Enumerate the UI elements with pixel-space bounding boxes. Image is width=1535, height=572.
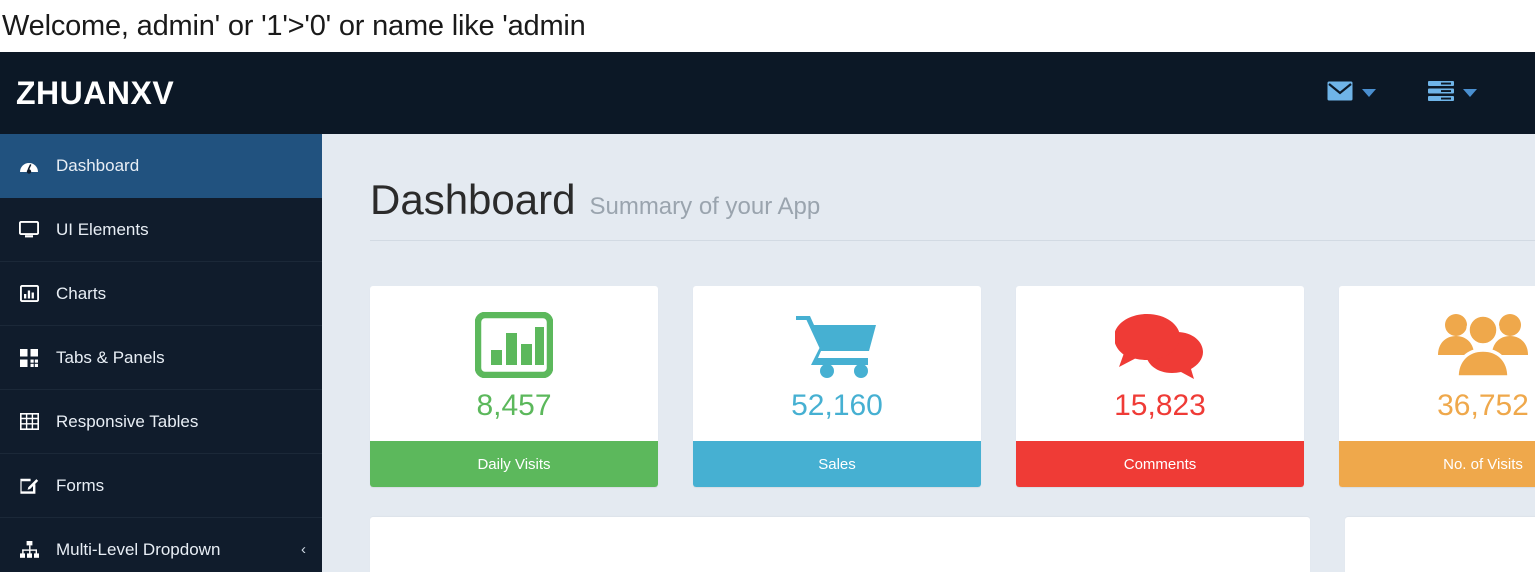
sidebar-item-ui-elements[interactable]: UI Elements: [0, 198, 322, 262]
th-large-icon: [14, 348, 44, 367]
chevron-down-icon: [1463, 89, 1477, 97]
main-content: Dashboard Summary of your App 8,457 Dail…: [322, 134, 1535, 572]
comments-icon: [1115, 305, 1205, 385]
bar-chart-icon: [14, 285, 44, 302]
edit-icon: [14, 477, 44, 495]
page-subtitle: Summary of your App: [589, 193, 821, 220]
sidebar-item-label: Multi-Level Dropdown: [56, 539, 221, 559]
sidebar-item-dashboard[interactable]: Dashboard: [0, 134, 322, 198]
stat-card-sales[interactable]: 52,160 Sales: [693, 286, 981, 487]
stat-card-body: 52,160: [693, 286, 981, 441]
sidebar-item-forms[interactable]: Forms: [0, 454, 322, 518]
sidebar-item-label: Charts: [56, 283, 107, 303]
sidebar-item-label: Tabs & Panels: [56, 347, 165, 367]
brand-logo[interactable]: ZHUANXV: [16, 75, 174, 112]
shopping-cart-icon: [794, 305, 880, 385]
welcome-text: Welcome, admin' or '1'>'0' or name like …: [2, 9, 586, 42]
sidebar-item-tabs-panels[interactable]: Tabs & Panels: [0, 326, 322, 390]
stat-card-value: 52,160: [791, 388, 883, 422]
panel-left[interactable]: [370, 517, 1310, 572]
table-icon: [14, 413, 44, 430]
stat-card-body: 36,752: [1339, 286, 1535, 441]
panel-right[interactable]: [1345, 517, 1535, 572]
sidebar-item-label: Responsive Tables: [56, 411, 199, 431]
stat-card-body: 8,457: [370, 286, 658, 441]
stat-card-footer: No. of Visits: [1339, 441, 1535, 487]
stat-card-body: 15,823: [1016, 286, 1304, 441]
top-navbar: ZHUANXV: [0, 52, 1535, 134]
sidebar-item-multi-level-dropdown[interactable]: Multi-Level Dropdown ‹: [0, 518, 322, 572]
stat-card-value: 8,457: [476, 388, 552, 422]
navbar-right-group: [1327, 80, 1477, 107]
sidebar-item-label: Forms: [56, 475, 105, 495]
chevron-left-icon: ‹: [301, 541, 306, 558]
dashboard-icon: [14, 158, 44, 174]
messages-dropdown[interactable]: [1327, 81, 1376, 106]
tasks-dropdown[interactable]: [1428, 80, 1477, 107]
stat-card-footer: Sales: [693, 441, 981, 487]
stat-card-value: 15,823: [1114, 388, 1206, 422]
chevron-down-icon: [1362, 89, 1376, 97]
stat-card-row: 8,457 Daily Visits 52,160 Sales 15,823 C…: [370, 286, 1535, 487]
envelope-icon: [1327, 81, 1353, 106]
sidebar-item-label: UI Elements: [56, 219, 149, 239]
stat-card-value: 36,752: [1437, 388, 1529, 422]
sitemap-icon: [14, 541, 44, 558]
page-header: Dashboard Summary of your App: [370, 176, 1535, 241]
stat-card-footer: Daily Visits: [370, 441, 658, 487]
bottom-panel-row: [370, 517, 1535, 572]
desktop-icon: [14, 221, 44, 238]
sidebar-item-responsive-tables[interactable]: Responsive Tables: [0, 390, 322, 454]
welcome-banner: Welcome, admin' or '1'>'0' or name like …: [0, 0, 1535, 52]
stat-card-footer: Comments: [1016, 441, 1304, 487]
sidebar: Dashboard UI Elements Charts Tabs & Pane…: [0, 134, 322, 572]
stat-card-comments[interactable]: 15,823 Comments: [1016, 286, 1304, 487]
users-icon: [1436, 305, 1530, 385]
sidebar-item-label: Dashboard: [56, 155, 140, 175]
stat-card-daily-visits[interactable]: 8,457 Daily Visits: [370, 286, 658, 487]
stat-card-no-of-visits[interactable]: 36,752 No. of Visits: [1339, 286, 1535, 487]
sidebar-item-charts[interactable]: Charts: [0, 262, 322, 326]
bar-chart-box-icon: [475, 305, 553, 385]
app-body: Dashboard UI Elements Charts Tabs & Pane…: [0, 134, 1535, 572]
page-title: Dashboard: [370, 176, 576, 223]
tasks-icon: [1428, 80, 1454, 107]
